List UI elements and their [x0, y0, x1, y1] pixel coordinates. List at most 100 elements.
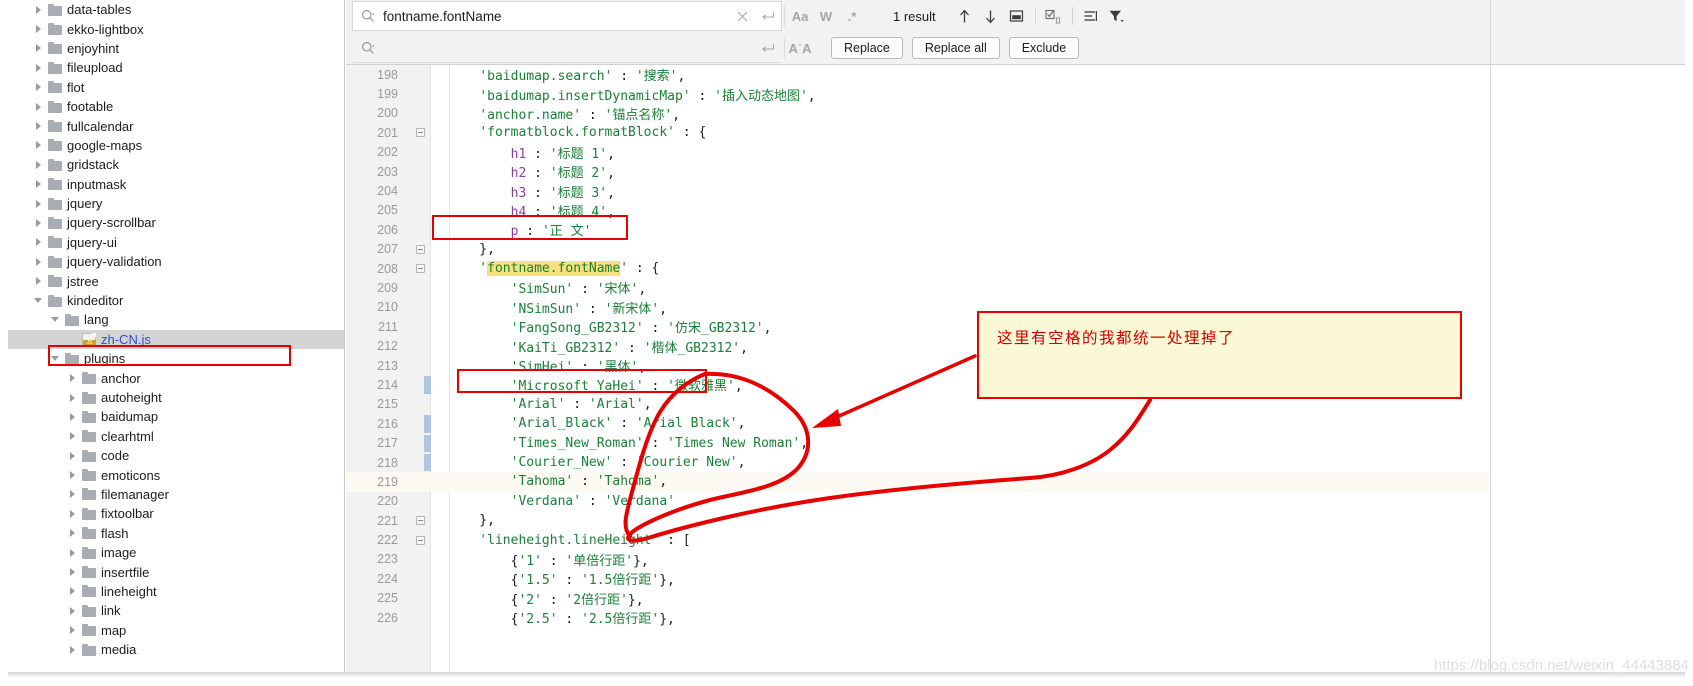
- code-line[interactable]: 201 'formatblock.formatBlock' : {: [346, 123, 1685, 142]
- chevron-right-icon[interactable]: [68, 605, 79, 616]
- chevron-right-icon[interactable]: [34, 4, 45, 15]
- code-line[interactable]: 217 'Times_New_Roman' : 'Times New Roman…: [346, 433, 1685, 452]
- multiline-search-icon[interactable]: [755, 10, 781, 22]
- find-row[interactable]: fontname.fontName Aa W .* 1 result: [346, 0, 1685, 32]
- chevron-right-icon[interactable]: [68, 625, 79, 636]
- chevron-right-icon[interactable]: [68, 567, 79, 578]
- chevron-right-icon[interactable]: [34, 217, 45, 228]
- replace-all-button[interactable]: Replace all: [911, 37, 1000, 59]
- tree-item-ekko-lightbox[interactable]: ekko-lightbox: [8, 19, 344, 38]
- tree-item-plugins[interactable]: plugins: [8, 349, 344, 368]
- chevron-right-icon[interactable]: [68, 644, 79, 655]
- replace-multiline-icon[interactable]: [755, 42, 781, 54]
- open-in-editor-icon[interactable]: [1004, 4, 1030, 28]
- tree-item-jstree[interactable]: jstree: [8, 271, 344, 290]
- code-line[interactable]: 209 'SimSun' : '宋体',: [346, 278, 1685, 298]
- chevron-right-icon[interactable]: [68, 470, 79, 481]
- tree-item-fixtoolbar[interactable]: fixtoolbar: [8, 504, 344, 523]
- tree-item-flot[interactable]: flot: [8, 78, 344, 97]
- select-all-occurrences-icon[interactable]: [1041, 4, 1067, 28]
- code-line[interactable]: 220 'Verdana' : 'Verdana': [346, 492, 1685, 511]
- code-line[interactable]: 223 {'1' : '单倍行距'},: [346, 550, 1685, 569]
- chevron-down-icon[interactable]: [51, 314, 62, 325]
- project-tree-list[interactable]: data-tables ekko-lightbox enjoyhint fileupl…: [8, 0, 344, 659]
- results-options-icon[interactable]: [1078, 4, 1104, 28]
- chevron-right-icon[interactable]: [68, 547, 79, 558]
- chevron-right-icon[interactable]: [34, 43, 45, 54]
- tree-item-google-maps[interactable]: google-maps: [8, 136, 344, 155]
- chevron-down-icon[interactable]: [34, 295, 45, 306]
- chevron-right-icon[interactable]: [34, 140, 45, 151]
- chevron-right-icon[interactable]: [34, 276, 45, 287]
- tree-item-link[interactable]: link: [8, 601, 344, 620]
- chevron-right-icon[interactable]: [68, 392, 79, 403]
- tree-item-jquery[interactable]: jquery: [8, 194, 344, 213]
- chevron-right-icon[interactable]: [34, 121, 45, 132]
- code-line[interactable]: 204 h3 : '标题 3',: [346, 181, 1685, 201]
- tree-item-clearhtml[interactable]: clearhtml: [8, 427, 344, 446]
- match-case-icon[interactable]: Aa: [787, 4, 813, 28]
- tree-item-kindeditor[interactable]: kindeditor: [8, 291, 344, 310]
- chevron-right-icon[interactable]: [34, 24, 45, 35]
- whole-words-icon[interactable]: W: [813, 4, 839, 28]
- chevron-right-icon[interactable]: [68, 431, 79, 442]
- code-line[interactable]: 224 {'1.5' : '1.5倍行距'},: [346, 569, 1685, 589]
- chevron-right-icon[interactable]: [34, 159, 45, 170]
- code-line[interactable]: 208 'fontname.fontName' : {: [346, 259, 1685, 278]
- replace-input-wrapper[interactable]: [352, 33, 782, 63]
- chevron-right-icon[interactable]: [34, 237, 45, 248]
- tree-item-jquery-scrollbar[interactable]: jquery-scrollbar: [8, 213, 344, 232]
- code-line[interactable]: 207 },: [346, 240, 1685, 259]
- fold-toggle-icon[interactable]: [409, 535, 431, 545]
- collapse-icon[interactable]: [415, 244, 425, 254]
- code-line[interactable]: 202 h1 : '标题 1',: [346, 143, 1685, 162]
- tree-item-code[interactable]: code: [8, 446, 344, 465]
- tree-item-zh-cn-js[interactable]: zh-CN.js: [8, 329, 344, 350]
- code-line[interactable]: 200 'anchor.name' : '锚点名称',: [346, 104, 1685, 123]
- chevron-right-icon[interactable]: [34, 256, 45, 267]
- chevron-right-icon[interactable]: [68, 450, 79, 461]
- chevron-down-icon[interactable]: [51, 353, 62, 364]
- collapse-icon[interactable]: [415, 128, 425, 138]
- search-input[interactable]: fontname.fontName: [379, 9, 729, 24]
- filter-icon[interactable]: [1104, 4, 1130, 28]
- tree-item-inputmask[interactable]: inputmask: [8, 175, 344, 194]
- tree-item-jquery-ui[interactable]: jquery-ui: [8, 233, 344, 252]
- tree-item-filemanager[interactable]: filemanager: [8, 485, 344, 504]
- replace-row[interactable]: AˈA Replace Replace all Exclude: [346, 32, 1685, 64]
- collapse-icon[interactable]: [415, 535, 425, 545]
- find-replace-toolbar[interactable]: fontname.fontName Aa W .* 1 result AˈA R…: [346, 0, 1685, 65]
- code-line[interactable]: 203 h2 : '标题 2',: [346, 162, 1685, 182]
- search-input-wrapper[interactable]: fontname.fontName: [352, 1, 782, 31]
- chevron-right-icon[interactable]: [68, 489, 79, 500]
- fold-toggle-icon[interactable]: [409, 244, 431, 254]
- tree-item-lineheight[interactable]: lineheight: [8, 582, 344, 601]
- tree-item-media[interactable]: media: [8, 640, 344, 659]
- tree-item-autoheight[interactable]: autoheight: [8, 388, 344, 407]
- tree-item-gridstack[interactable]: gridstack: [8, 155, 344, 174]
- collapse-icon[interactable]: [415, 264, 425, 274]
- tree-item-jquery-validation[interactable]: jquery-validation: [8, 252, 344, 271]
- chevron-right-icon[interactable]: [68, 411, 79, 422]
- code-line[interactable]: 219 'Tahoma' : 'Tahoma',: [346, 472, 1685, 492]
- tree-item-map[interactable]: map: [8, 621, 344, 640]
- collapse-icon[interactable]: [415, 516, 425, 526]
- code-line[interactable]: 222 'lineheight.lineHeight' : [: [346, 530, 1685, 549]
- exclude-button[interactable]: Exclude: [1008, 37, 1080, 59]
- code-line[interactable]: 198 'baidumap.search' : '搜索',: [346, 65, 1685, 85]
- code-line[interactable]: 221 },: [346, 511, 1685, 530]
- tree-item-emoticons[interactable]: emoticons: [8, 465, 344, 484]
- preserve-case-icon[interactable]: AˈA: [787, 36, 813, 60]
- chevron-right-icon[interactable]: [68, 586, 79, 597]
- chevron-right-icon[interactable]: [68, 508, 79, 519]
- tree-item-fullcalendar[interactable]: fullcalendar: [8, 116, 344, 135]
- tree-item-lang[interactable]: lang: [8, 310, 344, 329]
- tree-item-enjoyhint[interactable]: enjoyhint: [8, 39, 344, 58]
- tree-item-footable[interactable]: footable: [8, 97, 344, 116]
- chevron-right-icon[interactable]: [68, 528, 79, 539]
- tree-item-image[interactable]: image: [8, 543, 344, 562]
- tree-item-data-tables[interactable]: data-tables: [8, 0, 344, 19]
- project-tree-sidebar[interactable]: data-tables ekko-lightbox enjoyhint fileupl…: [8, 0, 345, 672]
- fold-toggle-icon[interactable]: [409, 516, 431, 526]
- fold-toggle-icon[interactable]: [409, 128, 431, 138]
